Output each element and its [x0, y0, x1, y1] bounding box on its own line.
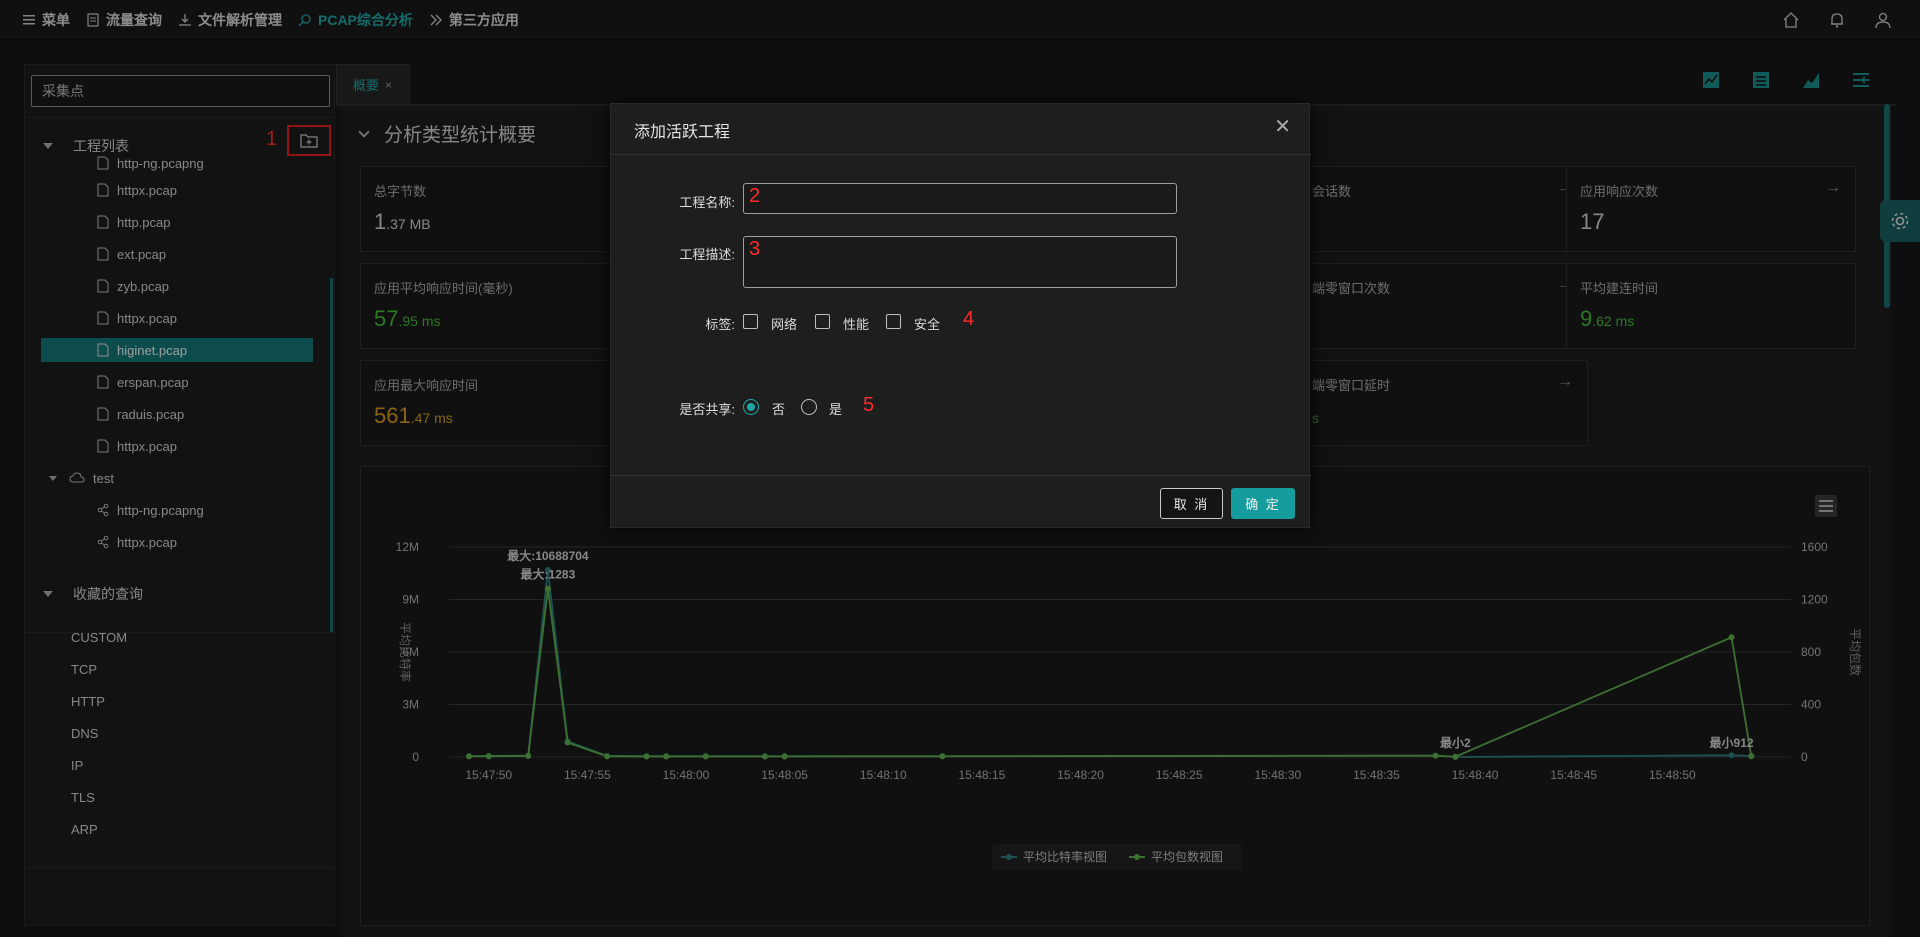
divider [611, 154, 1311, 155]
project-name-input[interactable] [743, 183, 1177, 214]
close-icon[interactable]: ✕ [1274, 114, 1291, 139]
tag-security-checkbox[interactable] [886, 314, 901, 329]
tag-security-label: 安全 [914, 317, 941, 332]
share-no-radio[interactable] [743, 399, 759, 415]
confirm-button[interactable]: 确 定 [1231, 488, 1295, 519]
share-yes-radio[interactable] [801, 399, 817, 415]
divider [611, 475, 1311, 476]
cancel-button[interactable]: 取 消 [1160, 488, 1223, 519]
tag-network-label: 网络 [771, 317, 798, 332]
dialog-title: 添加活跃工程 [634, 124, 731, 141]
annotation-3: 3 [749, 238, 761, 260]
share-no-label: 否 [772, 402, 786, 417]
tags-label: 标签: [705, 317, 735, 332]
project-desc-textarea[interactable] [743, 236, 1177, 288]
tag-performance-label: 性能 [843, 317, 870, 332]
tag-network-checkbox[interactable] [743, 314, 758, 329]
share-yes-label: 是 [829, 402, 843, 417]
annotation-4: 4 [963, 308, 975, 330]
project-desc-label: 工程描述: [679, 247, 735, 262]
annotation-2: 2 [749, 185, 761, 207]
tag-performance-checkbox[interactable] [815, 314, 830, 329]
add-project-dialog: 添加活跃工程 ✕ 工程名称: 2 工程描述: 3 标签: 网络 性能 安全 4 … [610, 103, 1311, 528]
share-label: 是否共享: [679, 402, 735, 417]
annotation-5: 5 [863, 394, 875, 416]
project-name-label: 工程名称: [679, 195, 735, 210]
